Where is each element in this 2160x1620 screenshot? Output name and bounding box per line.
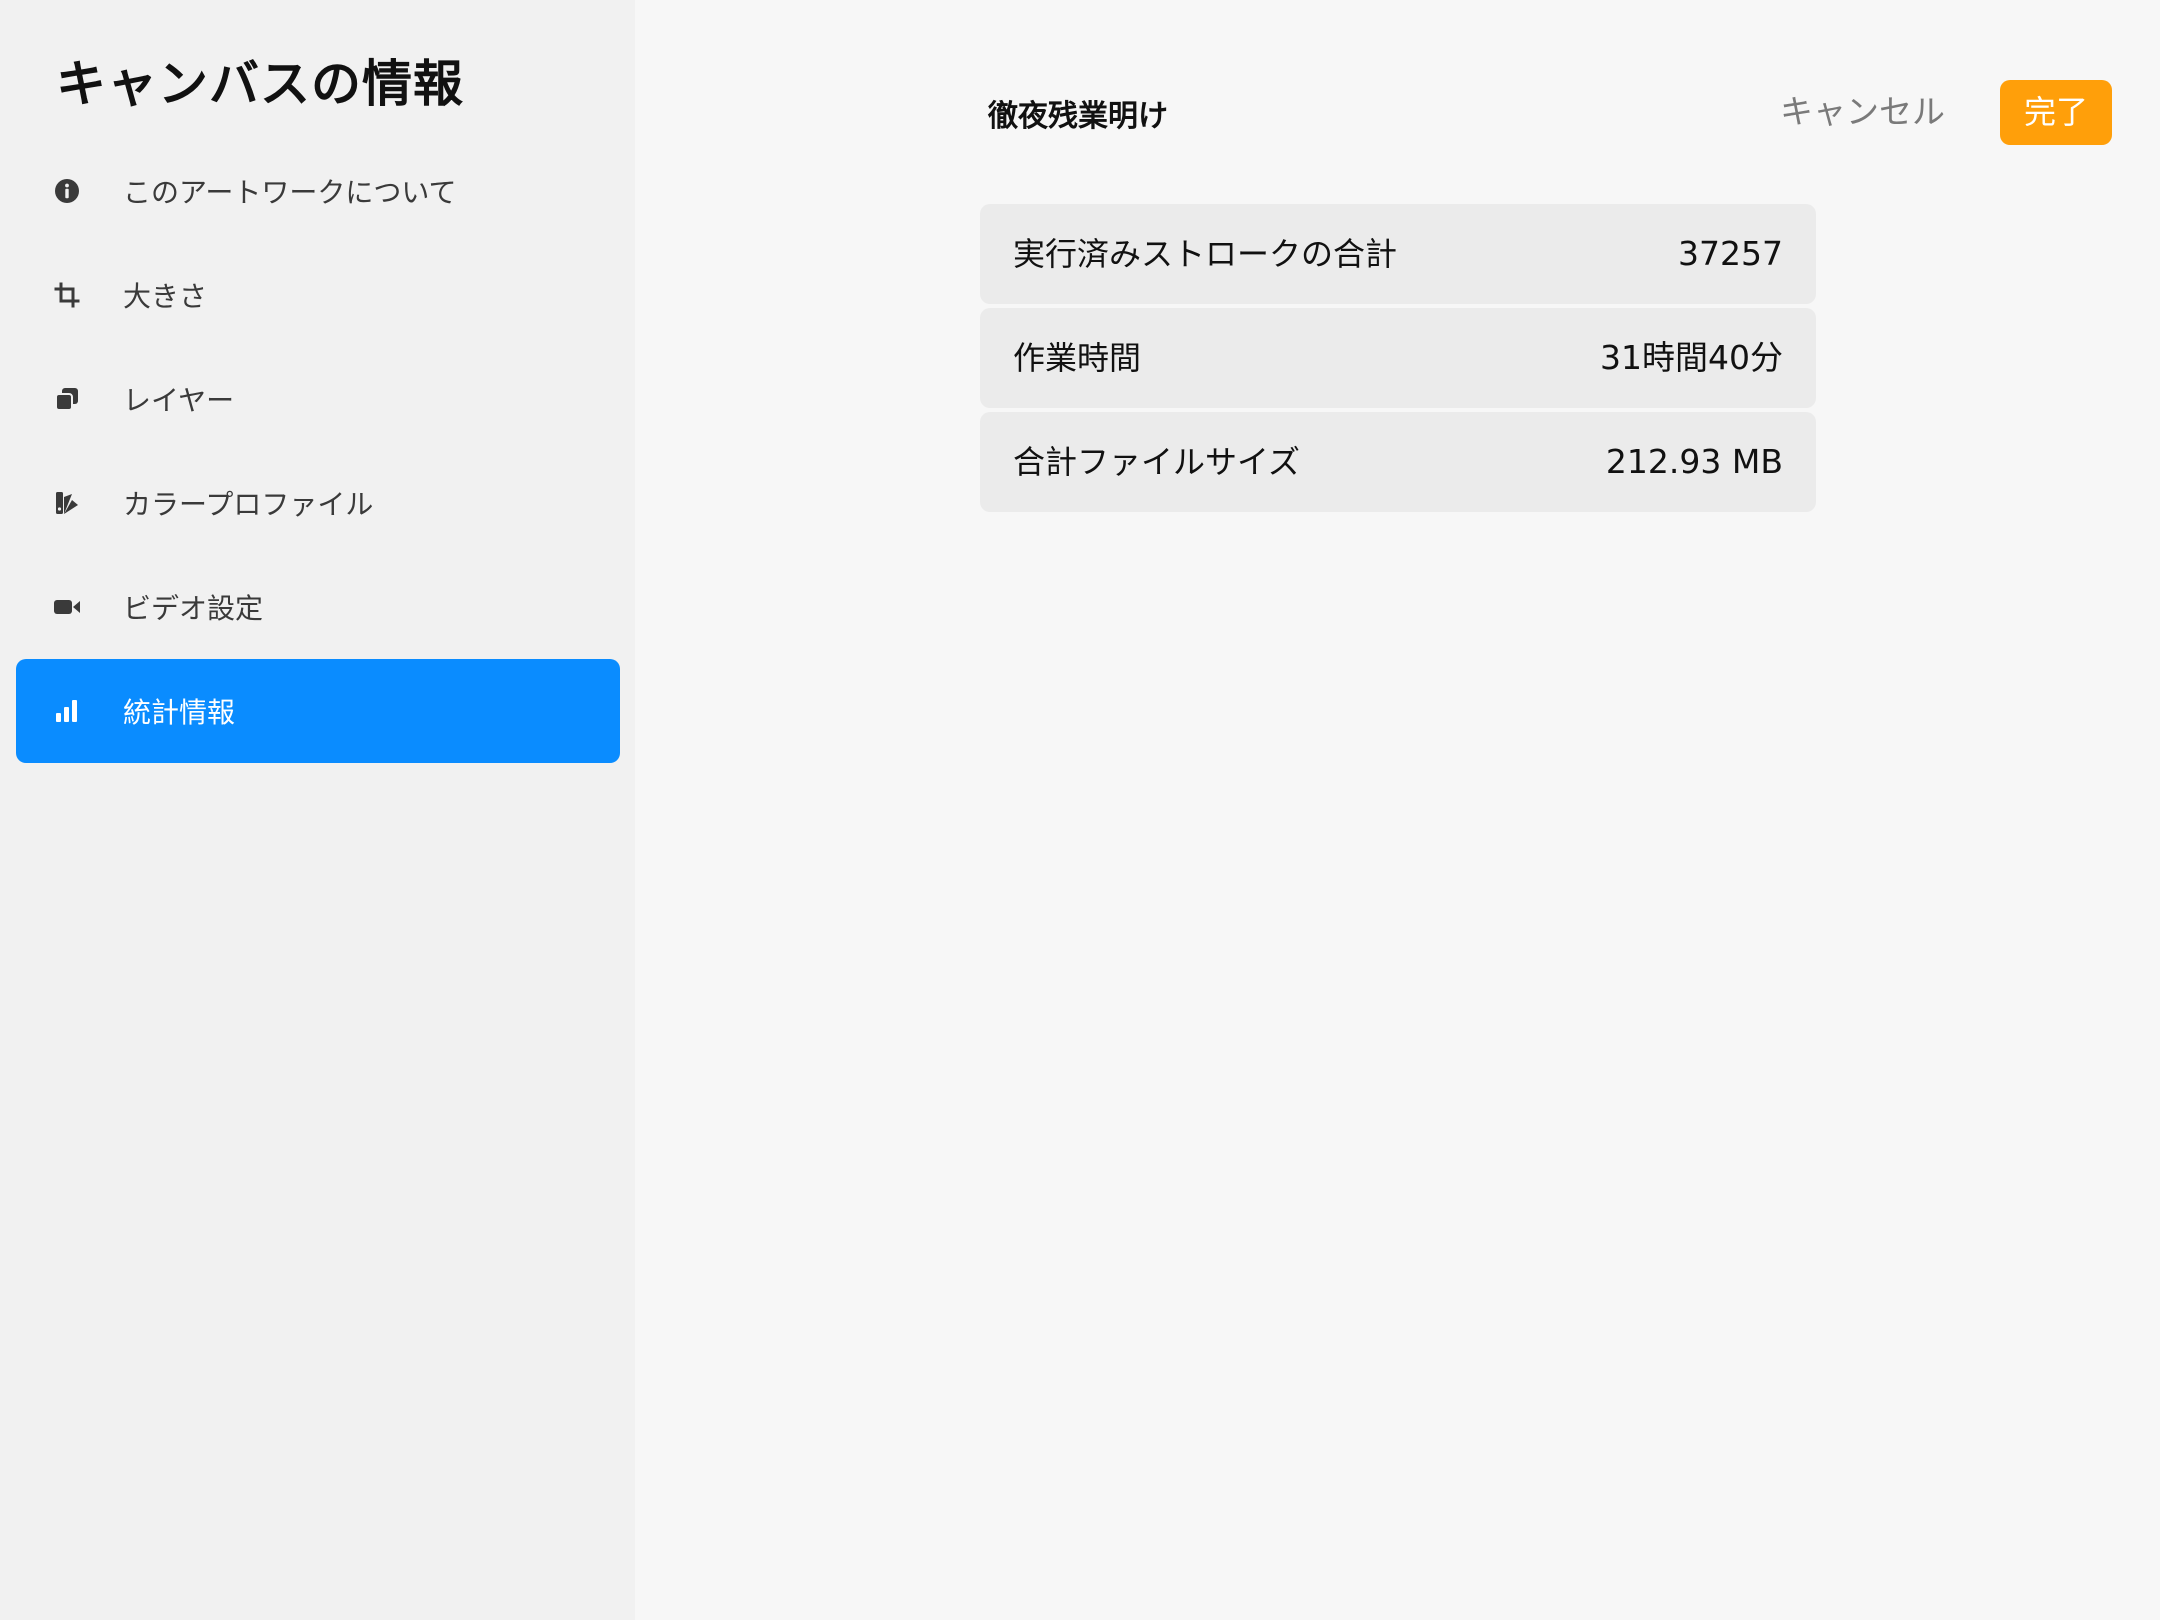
- sidebar-item-label: このアートワークについて: [123, 176, 457, 209]
- artwork-title: 徹夜残業明け: [988, 99, 1168, 134]
- done-button[interactable]: 完了: [2000, 80, 2112, 145]
- sidebar-title: キャンバスの情報: [56, 55, 464, 113]
- stat-row-file-size: 合計ファイルサイズ 212.93 MB: [980, 412, 1816, 512]
- sidebar-item-video-settings[interactable]: ビデオ設定: [16, 555, 620, 659]
- stat-label: 合計ファイルサイズ: [1013, 443, 1301, 481]
- video-camera-icon: [51, 591, 83, 623]
- info-icon: [51, 175, 83, 207]
- layers-icon: [51, 383, 83, 415]
- sidebar: キャンバスの情報 このアートワークについて 大きさ レイヤー カラープロファイル…: [0, 0, 635, 1620]
- stat-label: 実行済みストロークの合計: [1013, 235, 1398, 273]
- stat-value: 37257: [1678, 234, 1783, 273]
- sidebar-nav: このアートワークについて 大きさ レイヤー カラープロファイル ビデオ設定 統計…: [16, 139, 620, 763]
- sidebar-item-label: 大きさ: [123, 280, 208, 313]
- sidebar-item-layers[interactable]: レイヤー: [16, 347, 620, 451]
- color-profile-icon: [51, 487, 83, 519]
- sidebar-item-color-profile[interactable]: カラープロファイル: [16, 451, 620, 555]
- sidebar-item-label: ビデオ設定: [123, 592, 264, 625]
- stat-value: 212.93 MB: [1605, 442, 1783, 481]
- sidebar-item-about-artwork[interactable]: このアートワークについて: [16, 139, 620, 243]
- stat-row-working-time: 作業時間 31時間40分: [980, 308, 1816, 408]
- sidebar-item-size[interactable]: 大きさ: [16, 243, 620, 347]
- sidebar-item-label: レイヤー: [123, 384, 235, 417]
- stat-label: 作業時間: [1013, 339, 1142, 377]
- cancel-button[interactable]: キャンセル: [1780, 80, 1945, 144]
- stat-row-total-strokes: 実行済みストロークの合計 37257: [980, 204, 1816, 304]
- sidebar-item-label: 統計情報: [123, 696, 236, 729]
- bar-chart-icon: [51, 695, 83, 727]
- sidebar-item-label: カラープロファイル: [123, 488, 374, 521]
- stat-value: 31時間40分: [1600, 338, 1783, 377]
- statistics-list: 実行済みストロークの合計 37257 作業時間 31時間40分 合計ファイルサイ…: [980, 204, 1816, 516]
- crop-icon: [51, 279, 83, 311]
- sidebar-item-statistics[interactable]: 統計情報: [16, 659, 620, 763]
